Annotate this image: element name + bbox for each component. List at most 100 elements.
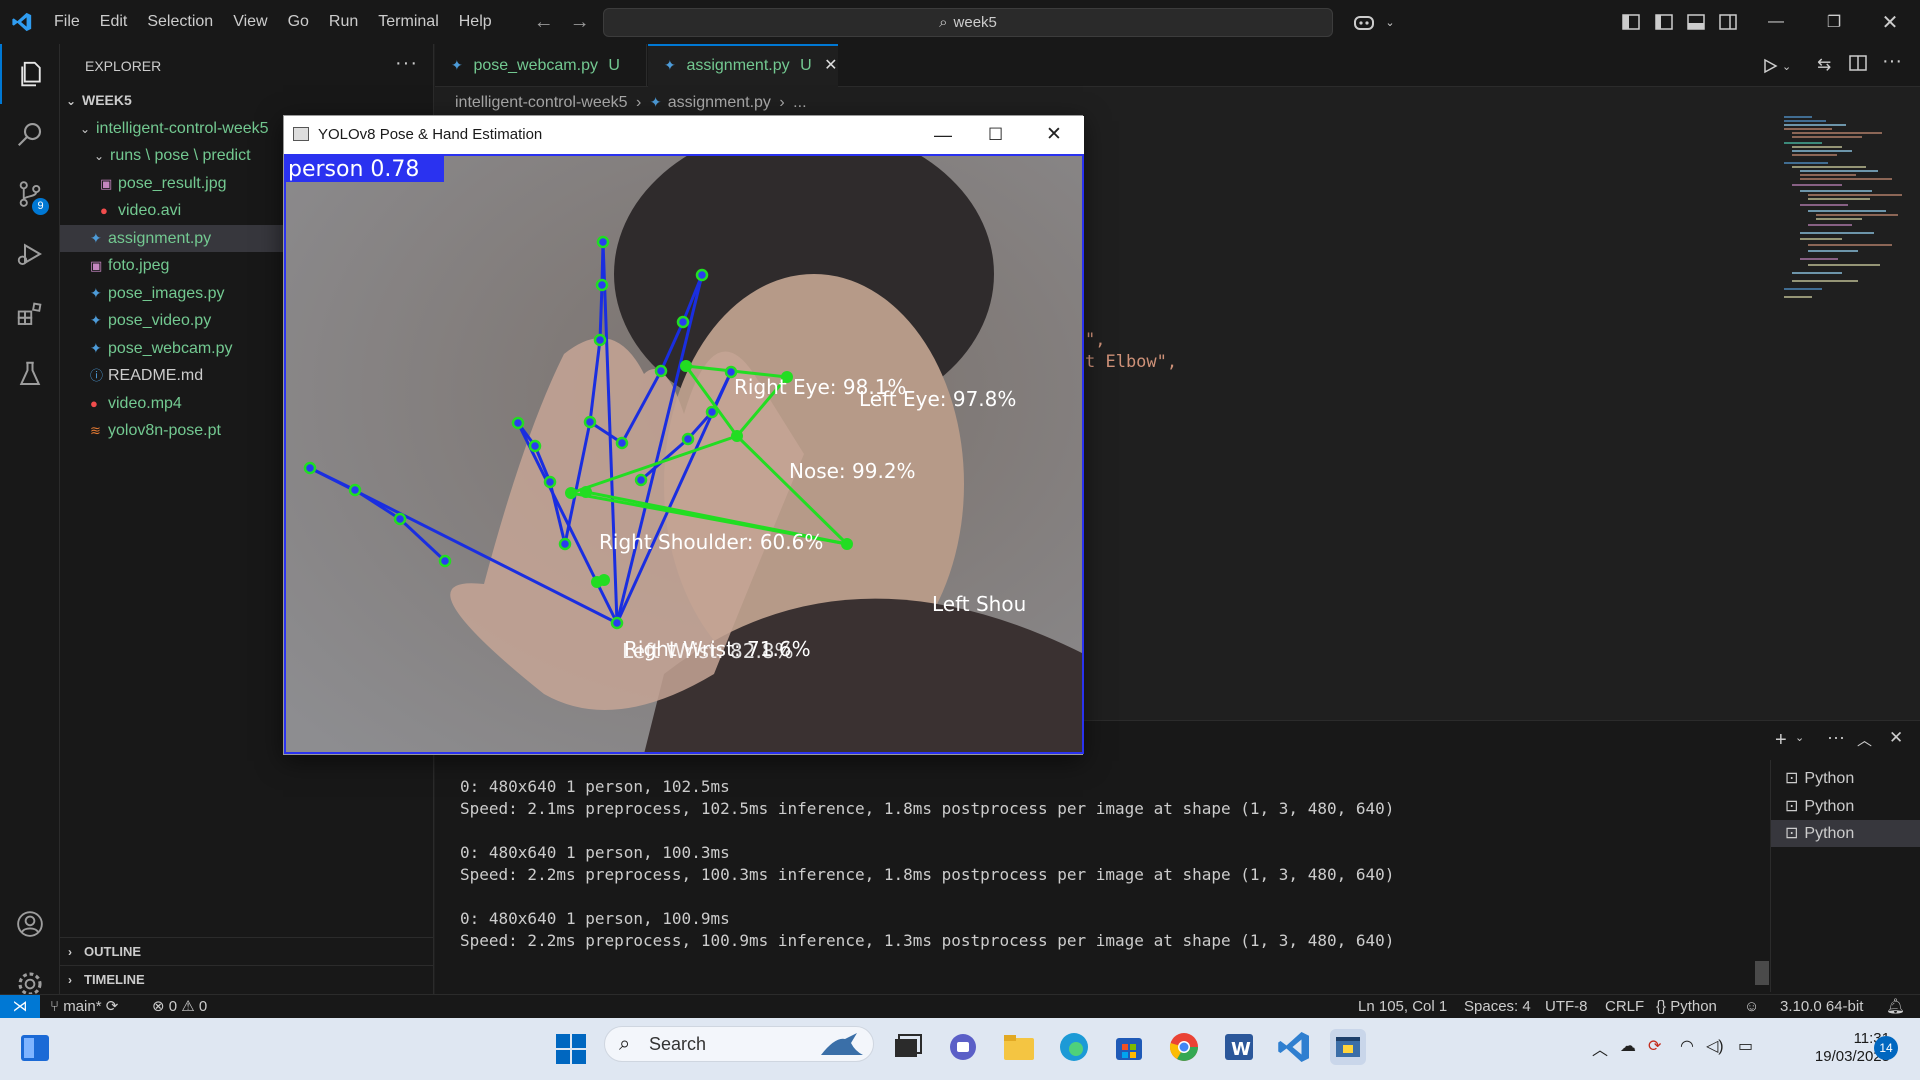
start-button-icon[interactable] <box>556 1034 586 1069</box>
teams-icon[interactable] <box>945 1029 981 1065</box>
pose-window-titlebar[interactable]: YOLOv8 Pose & Hand Estimation — ☐ ✕ <box>284 116 1084 154</box>
onedrive-icon[interactable]: ☁ <box>1620 1036 1636 1056</box>
chevron-down-icon[interactable]: ⌄ <box>1795 731 1804 744</box>
tab-assignment[interactable]: ✦ assignment.py U ✕ <box>648 44 838 87</box>
accounts-icon[interactable] <box>0 894 60 954</box>
close-panel-icon[interactable]: ✕ <box>1889 728 1903 748</box>
menu-edit[interactable]: Edit <box>90 0 138 44</box>
menu-go[interactable]: Go <box>278 0 319 44</box>
copilot-status-icon[interactable]: ☺ <box>1744 995 1759 1019</box>
tab-pose-webcam[interactable]: ✦ pose_webcam.py U <box>435 44 647 87</box>
more-actions-icon[interactable]: ··· <box>395 52 418 75</box>
microsoft-store-icon[interactable] <box>1111 1029 1147 1065</box>
compare-changes-icon[interactable]: ⇆ <box>1817 55 1831 75</box>
terminal-scrollbar[interactable] <box>1755 961 1769 985</box>
search-placeholder: Search <box>649 1034 707 1054</box>
remote-indicator-icon[interactable]: ⋊ <box>0 995 40 1019</box>
chrome-icon[interactable] <box>1166 1029 1202 1065</box>
run-debug-icon[interactable] <box>0 224 60 284</box>
chevron-down-icon: ⌄ <box>80 122 91 136</box>
problems-indicator[interactable]: ⊗ 0 ⚠ 0 <box>152 995 207 1019</box>
breadcrumb-folder[interactable]: intelligent-control-week5 <box>455 94 628 111</box>
battery-icon[interactable]: ▭ <box>1738 1036 1753 1056</box>
pose-keypoint-re <box>680 360 692 372</box>
maximize-panel-icon[interactable]: ︿ <box>1857 729 1872 750</box>
menu-file[interactable]: File <box>44 0 90 44</box>
line-ending[interactable]: CRLF <box>1605 995 1644 1019</box>
close-tab-icon[interactable]: ✕ <box>824 57 837 74</box>
copilot-icon[interactable] <box>1350 8 1378 36</box>
breadcrumb-file[interactable]: assignment.py <box>668 94 771 111</box>
windows-taskbar: ⌕ Search W ︿ ☁ ⟳ ◠ ◁) ▭ 11:31 19/03/2025… <box>0 1018 1920 1080</box>
minimap[interactable] <box>1782 113 1906 333</box>
chevron-down-icon[interactable]: ⌄ <box>1376 8 1404 36</box>
taskbar-search-input[interactable]: ⌕ Search <box>604 1026 874 1062</box>
code-fragment: t Elbow", <box>1085 352 1178 372</box>
close-icon[interactable]: ✕ <box>1876 8 1904 36</box>
search-icon[interactable] <box>0 104 60 164</box>
branch-indicator[interactable]: ⑂ main* ⟳ <box>50 995 118 1019</box>
video-file-icon: ● <box>90 396 98 411</box>
wifi-icon[interactable]: ◠ <box>1680 1036 1694 1056</box>
file-label: pose_images.py <box>108 285 225 302</box>
chevron-down-icon: ⌄ <box>1782 60 1792 73</box>
timeline-section[interactable]: › TIMELINE <box>60 965 434 992</box>
hand-keypoint <box>558 537 572 551</box>
edge-icon[interactable] <box>1056 1029 1092 1065</box>
more-actions-icon[interactable]: ··· <box>1827 727 1845 748</box>
forward-arrow-icon[interactable]: → <box>562 11 598 34</box>
split-editor-icon[interactable] <box>1849 54 1867 77</box>
language-mode[interactable]: {} Python <box>1656 995 1717 1019</box>
word-icon[interactable]: W <box>1221 1029 1257 1065</box>
sidebar-toggle-icon[interactable] <box>1650 8 1678 36</box>
close-icon[interactable]: ✕ <box>1046 116 1062 154</box>
cursor-position[interactable]: Ln 105, Col 1 <box>1358 995 1447 1019</box>
menu-selection[interactable]: Selection <box>137 0 223 44</box>
menu-terminal[interactable]: Terminal <box>368 0 448 44</box>
pose-keypoint-ls <box>841 538 853 550</box>
command-center-label: week5 <box>953 14 997 31</box>
layout-icon[interactable] <box>1617 8 1645 36</box>
file-explorer-icon[interactable] <box>1001 1029 1037 1065</box>
run-python-button[interactable]: ⌄ <box>1762 52 1804 80</box>
minimize-icon[interactable]: — <box>1762 8 1790 36</box>
minimize-icon[interactable]: — <box>934 116 952 154</box>
back-arrow-icon[interactable]: ← <box>526 11 562 34</box>
terminal-instance[interactable]: ⊡ Python <box>1771 765 1920 792</box>
more-actions-icon[interactable]: ··· <box>1882 50 1902 73</box>
testing-icon[interactable] <box>0 344 60 404</box>
terminal-instance[interactable]: ⊡ Python <box>1771 793 1920 820</box>
python-interpreter[interactable]: 3.10.0 64-bit <box>1780 995 1863 1019</box>
indentation[interactable]: Spaces: 4 <box>1464 995 1531 1019</box>
notifications-bell-icon[interactable]: 🔔︎ <box>1886 995 1905 1019</box>
maximize-icon[interactable]: ☐ <box>988 116 1003 154</box>
kp-label-left-shoulder: Left Shou <box>932 592 1026 616</box>
language-label: Python <box>1670 998 1717 1015</box>
vscode-taskbar-icon[interactable] <box>1276 1029 1312 1065</box>
notification-badge[interactable]: 14 <box>1874 1036 1898 1060</box>
menu-help[interactable]: Help <box>449 0 502 44</box>
source-control-icon[interactable]: 9 <box>0 164 60 224</box>
task-view-icon[interactable] <box>889 1029 925 1065</box>
sync-error-icon[interactable]: ⟳ <box>1648 1036 1661 1056</box>
workspace-root[interactable]: ⌄ WEEK5 <box>60 87 434 114</box>
chevron-up-icon[interactable]: ︿ <box>1592 1036 1608 1060</box>
python-window-icon[interactable] <box>1330 1029 1366 1065</box>
extensions-icon[interactable] <box>0 284 60 344</box>
widgets-icon[interactable] <box>20 1034 50 1067</box>
menu-view[interactable]: View <box>223 0 277 44</box>
new-terminal-icon[interactable]: + <box>1775 729 1787 752</box>
hand-bone <box>600 241 605 286</box>
secondary-sidebar-toggle-icon[interactable] <box>1714 8 1742 36</box>
breadcrumb-symbol[interactable]: ... <box>793 94 806 111</box>
panel-toggle-icon[interactable] <box>1682 8 1710 36</box>
outline-section[interactable]: › OUTLINE <box>60 937 434 964</box>
explorer-icon[interactable] <box>0 44 60 104</box>
terminal-instance[interactable]: ⊡ Python <box>1771 820 1920 847</box>
volume-icon[interactable]: ◁) <box>1706 1036 1724 1056</box>
hand-keypoint <box>676 315 690 329</box>
menu-run[interactable]: Run <box>319 0 368 44</box>
command-center[interactable]: ⌕ week5 <box>603 8 1333 37</box>
restore-icon[interactable]: ❐ <box>1820 8 1848 36</box>
encoding[interactable]: UTF-8 <box>1545 995 1588 1019</box>
